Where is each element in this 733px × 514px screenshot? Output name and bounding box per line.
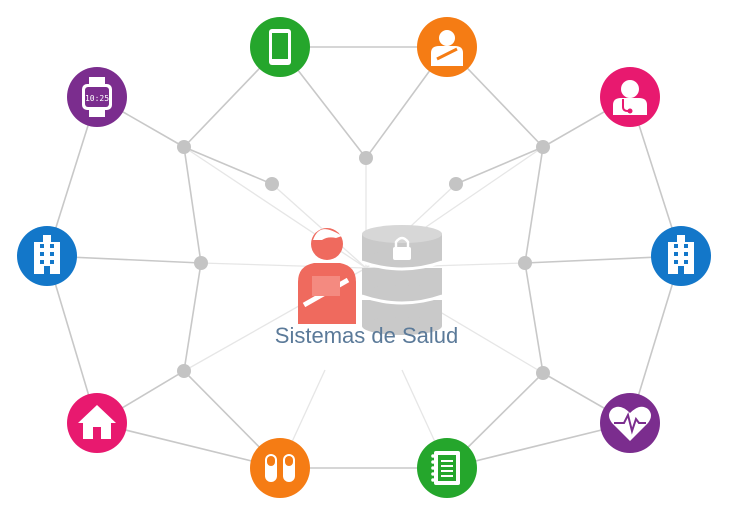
smartwatch-node: 10:25 <box>67 67 127 127</box>
heart-monitor-node <box>600 393 660 453</box>
injured-patient-node <box>417 17 477 77</box>
connection-line <box>183 146 273 185</box>
doctor-node <box>600 67 660 127</box>
connection-line <box>183 146 202 264</box>
home-node <box>67 393 127 453</box>
watch-time-text: 10:25 <box>85 94 109 103</box>
connection-line <box>455 146 544 185</box>
hospital-right-node <box>651 226 711 286</box>
center-group <box>298 225 443 335</box>
diagram-canvas: 10:25 Sistemas de Salud <box>0 0 733 514</box>
junction-dot <box>359 151 373 165</box>
junction-dot <box>177 140 191 154</box>
junction-dot <box>536 140 550 154</box>
network-diagram: 10:25 <box>17 17 711 498</box>
junction-dot <box>265 177 279 191</box>
connection-line <box>524 262 544 374</box>
pills-node <box>250 438 310 498</box>
junction-dot <box>194 256 208 270</box>
medical-record-node <box>417 438 477 498</box>
connection-line <box>183 262 202 372</box>
hospital-left-node <box>17 226 77 286</box>
medical-record-notebook-icon <box>431 451 460 485</box>
connection-line <box>524 146 544 264</box>
mobile-phone-icon <box>269 29 291 65</box>
diagram-title: Sistemas de Salud <box>274 323 459 348</box>
junction-dot <box>177 364 191 378</box>
junction-dot <box>536 366 550 380</box>
junction-dot <box>518 256 532 270</box>
patient-arm-sling-icon <box>298 228 356 324</box>
junction-dot <box>449 177 463 191</box>
mobile-phone-node <box>250 17 310 77</box>
database-lock-icon <box>361 225 443 335</box>
